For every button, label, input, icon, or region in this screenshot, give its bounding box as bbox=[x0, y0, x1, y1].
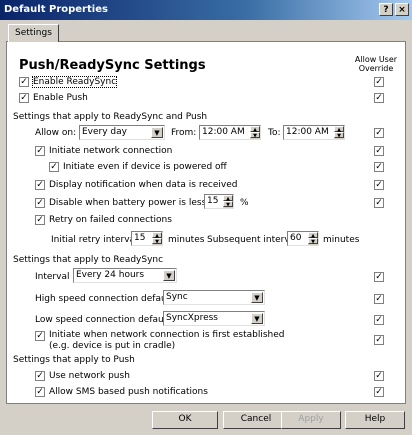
allow-sms-checkbox[interactable] bbox=[35, 387, 45, 397]
allow-on-value: Every day bbox=[82, 127, 127, 137]
battery-spin-icon[interactable]: ▲ ▼ bbox=[223, 195, 233, 208]
tab-settings[interactable]: Settings bbox=[8, 24, 59, 42]
high-speed-label: High speed connection default: bbox=[35, 294, 176, 304]
apply-button[interactable]: Apply bbox=[281, 411, 341, 429]
enable-push-label: Enable Push bbox=[33, 93, 88, 103]
initiate-powered-off-override-checkbox[interactable] bbox=[374, 162, 384, 172]
allow-on-select[interactable]: Every day ▼ bbox=[79, 125, 165, 140]
enable-push-checkbox[interactable] bbox=[19, 93, 29, 103]
initiate-established-line1: Initiate when network connection is firs… bbox=[49, 330, 285, 340]
display-notification-checkbox[interactable] bbox=[35, 180, 45, 190]
initial-retry-value: 15 bbox=[134, 233, 146, 243]
disable-battery-override-checkbox[interactable] bbox=[374, 198, 384, 208]
help-title-button[interactable]: ? bbox=[379, 3, 393, 16]
use-network-push-checkbox[interactable] bbox=[35, 371, 45, 381]
initiate-established-label: Initiate when network connection is firs… bbox=[49, 330, 284, 352]
subsequent-interval-unit: minutes bbox=[323, 235, 360, 245]
initiate-network-label: Initiate network connection bbox=[49, 146, 173, 156]
chevron-down-icon[interactable]: ▼ bbox=[251, 313, 263, 324]
enable-readysync-label: Enable ReadySync bbox=[31, 76, 118, 88]
initiate-powered-off-label: Initiate even if device is powered off bbox=[63, 162, 227, 172]
to-time-value: 12:00 AM bbox=[286, 127, 329, 137]
chevron-down-icon[interactable]: ▼ bbox=[163, 270, 175, 281]
subsequent-interval-label: Subsequent interval bbox=[207, 235, 298, 245]
interval-label: Interval bbox=[35, 272, 70, 282]
subsequent-interval-value: 60 bbox=[290, 233, 302, 243]
to-time-stepper[interactable]: ▲ ▼ bbox=[334, 126, 344, 139]
initial-retry-stepper[interactable]: 15 ▲ ▼ bbox=[131, 231, 163, 246]
interval-value: Every 24 hours bbox=[76, 270, 145, 280]
use-network-push-label: Use network push bbox=[49, 371, 130, 381]
use-network-push-override-checkbox[interactable] bbox=[374, 371, 384, 381]
enable-readysync-override-checkbox[interactable] bbox=[374, 77, 384, 87]
allow-sms-override-checkbox[interactable] bbox=[374, 387, 384, 397]
high-speed-select[interactable]: Sync ▼ bbox=[163, 290, 265, 305]
initial-retry-label: Initial retry interval bbox=[51, 235, 138, 245]
settings-panel: Push/ReadySync Settings Allow User Overr… bbox=[6, 41, 406, 404]
low-speed-value: SyncXpress bbox=[166, 313, 218, 323]
allow-sms-label: Allow SMS based push notifications bbox=[49, 387, 208, 397]
chevron-down-icon[interactable]: ▼ bbox=[151, 127, 163, 138]
initiate-powered-off-checkbox[interactable] bbox=[49, 162, 59, 172]
allow-on-override-checkbox[interactable] bbox=[374, 128, 384, 138]
title-bar: Default Properties ? × bbox=[0, 0, 412, 20]
page-title: Push/ReadySync Settings bbox=[19, 58, 206, 73]
override-header-line2: Override bbox=[358, 64, 394, 73]
from-time-value: 12:00 AM bbox=[202, 127, 245, 137]
from-time-stepper[interactable]: ▲ ▼ bbox=[250, 126, 260, 139]
battery-threshold-value: 15 bbox=[207, 196, 219, 206]
close-title-button[interactable]: × bbox=[395, 3, 409, 16]
low-speed-label: Low speed connection default: bbox=[35, 315, 173, 325]
override-header: Allow User Override bbox=[351, 55, 401, 73]
subsequent-spin-icon[interactable]: ▲ ▼ bbox=[308, 232, 318, 245]
battery-unit: % bbox=[240, 198, 249, 208]
section-title-readysync: Settings that apply to ReadySync bbox=[13, 255, 164, 265]
to-time-field[interactable]: 12:00 AM ▲ ▼ bbox=[283, 125, 345, 140]
interval-select[interactable]: Every 24 hours ▼ bbox=[73, 268, 177, 283]
initiate-established-override-checkbox[interactable] bbox=[374, 335, 384, 345]
low-speed-select[interactable]: SyncXpress ▼ bbox=[163, 311, 265, 326]
window-title: Default Properties bbox=[4, 4, 108, 15]
display-notification-override-checkbox[interactable] bbox=[374, 180, 384, 190]
initiate-established-line2: (e.g. device is put in cradle) bbox=[49, 341, 176, 351]
initiate-network-checkbox[interactable] bbox=[35, 146, 45, 156]
high-speed-value: Sync bbox=[166, 292, 188, 302]
ok-button[interactable]: OK bbox=[152, 411, 218, 429]
section-title-both: Settings that apply to ReadySync and Pus… bbox=[13, 112, 208, 122]
disable-battery-checkbox[interactable] bbox=[35, 198, 45, 208]
display-notification-label: Display notification when data is receiv… bbox=[49, 180, 238, 190]
retry-failed-checkbox[interactable] bbox=[35, 215, 45, 225]
low-speed-override-checkbox[interactable] bbox=[374, 315, 384, 325]
initiate-network-override-checkbox[interactable] bbox=[374, 146, 384, 156]
disable-battery-label: Disable when battery power is less than bbox=[49, 198, 230, 208]
allow-on-label: Allow on: bbox=[35, 128, 77, 138]
help-button[interactable]: Help bbox=[345, 411, 405, 429]
cancel-button[interactable]: Cancel bbox=[223, 411, 289, 429]
from-time-field[interactable]: 12:00 AM ▲ ▼ bbox=[199, 125, 261, 140]
enable-push-override-checkbox[interactable] bbox=[374, 93, 384, 103]
initial-retry-unit: minutes bbox=[168, 235, 205, 245]
override-header-line1: Allow User bbox=[354, 55, 398, 64]
section-title-push: Settings that apply to Push bbox=[13, 355, 135, 365]
initial-retry-spin-icon[interactable]: ▲ ▼ bbox=[152, 232, 162, 245]
interval-override-checkbox[interactable] bbox=[374, 272, 384, 282]
high-speed-override-checkbox[interactable] bbox=[374, 294, 384, 304]
subsequent-interval-stepper[interactable]: 60 ▲ ▼ bbox=[287, 231, 319, 246]
battery-threshold-stepper[interactable]: 15 ▲ ▼ bbox=[204, 194, 234, 209]
from-label: From: bbox=[171, 128, 197, 138]
enable-readysync-checkbox[interactable] bbox=[19, 77, 29, 87]
chevron-down-icon[interactable]: ▼ bbox=[251, 292, 263, 303]
to-label: To: bbox=[268, 128, 281, 138]
initiate-established-checkbox[interactable] bbox=[35, 331, 45, 341]
retry-failed-label: Retry on failed connections bbox=[49, 215, 172, 225]
